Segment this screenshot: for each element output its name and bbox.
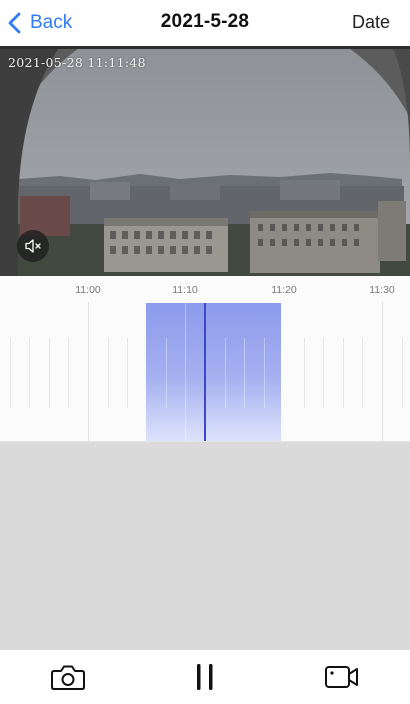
minor-tick xyxy=(343,338,344,408)
mute-button[interactable] xyxy=(17,230,49,262)
recording-segment[interactable] xyxy=(146,303,281,441)
video-camera-icon xyxy=(325,666,358,688)
minor-tick xyxy=(10,338,11,408)
record-button[interactable] xyxy=(322,660,362,694)
minor-tick xyxy=(29,338,30,408)
video-timestamp: 2021-05-28 11:11:48 xyxy=(8,55,146,70)
tick-label: 11:10 xyxy=(172,284,198,296)
major-tick xyxy=(185,303,186,441)
camera-icon xyxy=(51,665,85,690)
tick-label: 11:20 xyxy=(271,284,297,296)
minor-tick xyxy=(108,338,109,408)
content-area xyxy=(0,442,410,650)
date-button[interactable]: Date xyxy=(352,12,390,33)
minor-tick xyxy=(49,338,50,408)
timeline[interactable]: 11:00 11:10 11:20 11:30 xyxy=(0,276,410,442)
minor-tick xyxy=(362,338,363,408)
playback-toolbar xyxy=(0,650,410,704)
minor-tick xyxy=(304,338,305,408)
video-frame xyxy=(0,46,410,276)
video-player[interactable]: 2021-05-28 11:11:48 xyxy=(0,46,410,276)
minor-tick xyxy=(323,338,324,408)
minor-tick xyxy=(225,338,226,408)
pause-icon xyxy=(197,664,213,690)
speaker-muted-icon xyxy=(25,239,41,253)
snapshot-button[interactable] xyxy=(48,660,88,694)
major-tick xyxy=(88,302,89,441)
pause-button[interactable] xyxy=(185,660,225,694)
minor-tick xyxy=(244,338,245,408)
tick-label: 11:30 xyxy=(369,284,395,296)
tick-label: 11:00 xyxy=(75,284,101,296)
minor-tick xyxy=(402,338,403,408)
page-title: 2021-5-28 xyxy=(160,11,250,32)
playhead-cursor[interactable] xyxy=(204,303,206,441)
minor-tick xyxy=(68,338,69,408)
minor-tick xyxy=(166,338,167,408)
major-tick xyxy=(382,302,383,441)
nav-header: Back 2021-5-28 Date xyxy=(0,0,410,46)
minor-tick xyxy=(264,338,265,408)
minor-tick xyxy=(127,338,128,408)
